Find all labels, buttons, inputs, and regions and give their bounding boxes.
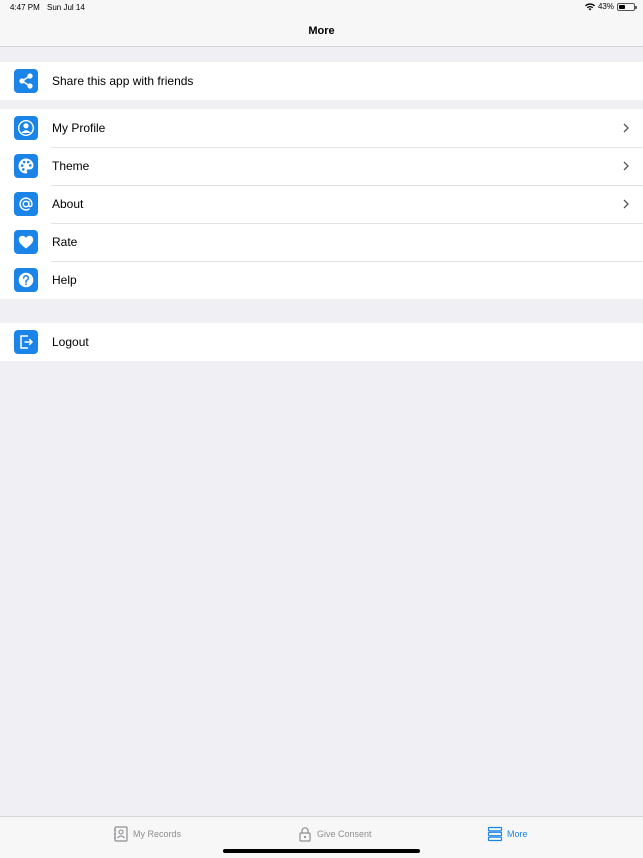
tab-more[interactable]: More bbox=[487, 824, 528, 844]
status-time: 4:47 PM bbox=[10, 3, 40, 12]
status-date: Sun Jul 14 bbox=[47, 3, 85, 12]
tab-give-consent[interactable]: Give Consent bbox=[297, 824, 372, 844]
chevron-right-icon bbox=[623, 123, 629, 133]
share-app-label: Share this app with friends bbox=[52, 74, 194, 88]
heart-icon bbox=[14, 230, 38, 254]
battery-icon bbox=[617, 2, 637, 11]
my-profile-label: My Profile bbox=[52, 121, 106, 135]
chevron-right-icon bbox=[623, 199, 629, 209]
about-label: About bbox=[52, 197, 84, 211]
status-indicators: 43% bbox=[584, 2, 637, 11]
logout-icon bbox=[14, 330, 38, 354]
logout-section: Logout bbox=[0, 323, 643, 361]
tab-my-records[interactable]: My Records bbox=[113, 824, 181, 844]
rate-label: Rate bbox=[52, 235, 78, 249]
settings-section: My Profile Theme About Rate Help bbox=[0, 109, 643, 299]
palette-icon bbox=[14, 154, 38, 178]
share-section: Share this app with friends bbox=[0, 62, 643, 100]
tab-give-consent-label: Give Consent bbox=[317, 829, 372, 839]
menu-icon bbox=[487, 826, 503, 842]
logout-label: Logout bbox=[52, 335, 89, 349]
more-screen: 4:47 PM Sun Jul 14 43% More Share this a… bbox=[0, 0, 643, 858]
tab-more-label: More bbox=[507, 829, 528, 839]
theme-row[interactable]: Theme bbox=[0, 147, 643, 185]
tab-my-records-label: My Records bbox=[133, 829, 182, 839]
status-bar: 4:47 PM Sun Jul 14 43% bbox=[0, 0, 643, 16]
help-label: Help bbox=[52, 273, 77, 287]
lock-icon bbox=[299, 827, 311, 842]
share-icon bbox=[14, 69, 38, 93]
page-title: More bbox=[308, 24, 335, 37]
battery-percent: 43% bbox=[597, 2, 614, 11]
help-row[interactable]: Help bbox=[0, 261, 643, 299]
at-sign-icon bbox=[14, 192, 38, 216]
profile-icon bbox=[14, 116, 38, 140]
my-profile-row[interactable]: My Profile bbox=[0, 109, 643, 147]
home-indicator[interactable] bbox=[223, 849, 420, 853]
wifi-icon bbox=[584, 2, 595, 10]
battery-level bbox=[619, 4, 626, 9]
about-row[interactable]: About bbox=[0, 185, 643, 223]
help-icon bbox=[14, 268, 38, 292]
logout-row[interactable]: Logout bbox=[0, 323, 643, 361]
rate-row[interactable]: Rate bbox=[0, 223, 643, 261]
records-icon bbox=[114, 826, 128, 842]
share-app-row[interactable]: Share this app with friends bbox=[0, 62, 643, 100]
theme-label: Theme bbox=[52, 159, 90, 173]
navigation-bar: More bbox=[0, 16, 643, 47]
chevron-right-icon bbox=[623, 161, 629, 171]
